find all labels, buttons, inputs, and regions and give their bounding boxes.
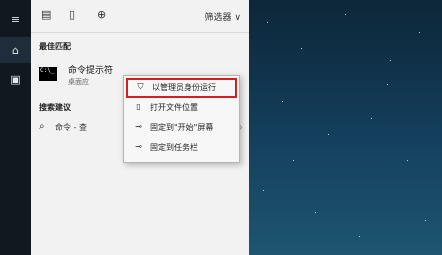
- search-suggestion-text: 命令 - 查: [55, 123, 87, 132]
- star: [345, 14, 346, 15]
- pin-icon: ⊸: [135, 142, 142, 151]
- chevron-down-icon: ∨: [234, 13, 241, 23]
- filter-dropdown[interactable]: 筛选器 ∨: [205, 10, 241, 23]
- context-menu: ⛉ 以管理员身份运行 ▯ 打开文件位置 ⊸ 固定到"开始"屏幕 ⊸ 固定到任务栏: [123, 75, 240, 163]
- star: [328, 134, 329, 135]
- filter-label: 筛选器: [204, 13, 232, 23]
- search-results-panel: ▤ ▯ ⊕ 筛选器 ∨ 最佳匹配 C:\_ 命令提示符 桌面应 搜索建议 ⌕ 命…: [31, 0, 250, 255]
- star: [315, 212, 316, 213]
- command-prompt-icon: C:\_: [39, 67, 57, 81]
- contact-button[interactable]: ▣: [0, 66, 31, 92]
- hamburger-menu-button[interactable]: ≡: [0, 6, 31, 32]
- apps-filter-icon[interactable]: ▤: [41, 8, 51, 21]
- shield-icon: ⛉: [137, 82, 144, 91]
- hamburger-menu-icon: ≡: [10, 12, 21, 26]
- star: [425, 220, 426, 221]
- star: [293, 160, 294, 161]
- home-button[interactable]: ⌂: [0, 37, 31, 63]
- star: [301, 48, 302, 49]
- contact-card-icon: ▣: [10, 72, 21, 86]
- menu-item-pin-to-taskbar[interactable]: ⊸ 固定到任务栏: [124, 138, 239, 158]
- menu-item-label: 以管理员身份运行: [152, 83, 216, 92]
- best-match-heading: 最佳匹配: [39, 42, 71, 51]
- star: [359, 236, 360, 237]
- menu-item-pin-to-start[interactable]: ⊸ 固定到"开始"屏幕: [124, 118, 239, 138]
- menu-item-label: 固定到任务栏: [150, 143, 198, 152]
- pin-icon: ⊸: [135, 122, 142, 131]
- star: [263, 190, 264, 191]
- desktop-wallpaper: [249, 0, 442, 255]
- star: [371, 118, 372, 119]
- star: [387, 84, 388, 85]
- start-menu-rail: ≡ ⌂ ▣: [0, 0, 31, 255]
- search-icon: ⌕: [39, 121, 45, 132]
- documents-filter-icon[interactable]: ▯: [69, 8, 75, 21]
- menu-item-label: 固定到"开始"屏幕: [150, 123, 214, 132]
- open-folder-icon: ▯: [136, 102, 141, 111]
- menu-item-label: 打开文件位置: [150, 103, 198, 112]
- star: [390, 60, 391, 61]
- star: [282, 101, 283, 102]
- star: [419, 32, 420, 33]
- menu-item-open-file-location[interactable]: ▯ 打开文件位置: [124, 98, 239, 118]
- home-icon: ⌂: [12, 43, 19, 57]
- search-suggestions-heading: 搜索建议: [39, 103, 71, 112]
- menu-item-run-as-admin[interactable]: ⛉ 以管理员身份运行: [126, 78, 237, 98]
- web-filter-icon[interactable]: ⊕: [97, 8, 106, 21]
- star: [407, 160, 408, 161]
- search-topbar: ▤ ▯ ⊕ 筛选器 ∨: [31, 0, 249, 33]
- result-subtitle: 桌面应: [68, 78, 89, 86]
- result-title: 命令提示符: [68, 66, 114, 76]
- star: [267, 22, 268, 23]
